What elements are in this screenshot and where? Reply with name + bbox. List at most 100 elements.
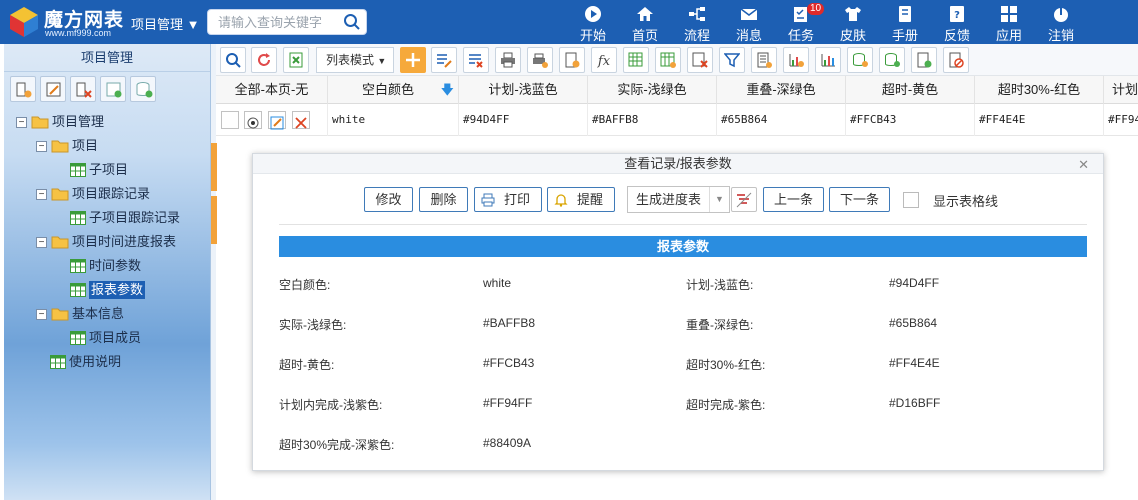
nav-apps[interactable]: 应用 [983, 0, 1035, 44]
close-icon [295, 117, 307, 129]
tree-add-button[interactable] [100, 76, 126, 102]
db-settings-button[interactable] [847, 47, 873, 73]
edit-icon [46, 82, 61, 97]
collapse-handle[interactable] [211, 143, 217, 191]
column-header-select[interactable]: 全部-本页-无 [216, 76, 328, 104]
chart-button[interactable] [815, 47, 841, 73]
tree-node-report-params[interactable]: 报表参数 [70, 280, 146, 300]
field-value-overlap: #65B864 [889, 316, 938, 330]
batch-edit-button[interactable] [431, 47, 457, 73]
delete-button[interactable]: 删除 [419, 187, 468, 212]
tree-node-help[interactable]: 使用说明 [50, 352, 121, 372]
filter-button[interactable] [719, 47, 745, 73]
prev-record-button[interactable]: 上一条 [763, 187, 824, 212]
tree-node-subproject[interactable]: 子项目 [70, 160, 128, 180]
nav-manual[interactable]: 手册 [879, 0, 931, 44]
db-add-button[interactable] [879, 47, 905, 73]
row-delete-button[interactable] [292, 111, 310, 129]
collapse-toggle-icon[interactable]: − [36, 236, 47, 248]
nav-logout[interactable]: 注销 [1035, 0, 1087, 44]
tree-node-project[interactable]: − 项目 [36, 136, 98, 156]
nav-label: 任务 [787, 28, 814, 43]
tree-node-subproject-tracking[interactable]: 子项目跟踪记录 [70, 208, 180, 228]
table-add-icon [660, 52, 676, 68]
tree-settings-button[interactable] [10, 76, 36, 102]
column-header-actual[interactable]: 实际-浅绿色 [588, 76, 717, 104]
chart-settings-button[interactable] [783, 47, 809, 73]
print-button[interactable] [495, 47, 521, 73]
nav-tasks[interactable]: 10 任务 [775, 0, 827, 44]
expand-handle[interactable] [211, 196, 217, 244]
nav-home[interactable]: 首页 [619, 0, 671, 44]
printer-icon [501, 52, 515, 68]
columns-button[interactable] [751, 47, 777, 73]
apps-icon [1001, 6, 1017, 22]
collapse-toggle-icon[interactable]: − [36, 188, 47, 200]
nav-label: 流程 [683, 28, 710, 43]
show-grid-checkbox[interactable] [903, 192, 919, 208]
report-type-select[interactable]: 生成进度表 ▼ [627, 186, 730, 213]
row-view-button[interactable] [244, 111, 262, 129]
tree-node-schedule-report[interactable]: − 项目时间进度报表 [36, 232, 176, 252]
search-button[interactable] [220, 47, 246, 73]
collapse-toggle-icon[interactable]: − [16, 116, 27, 128]
field-value-overtime30: #FF4E4E [889, 356, 940, 370]
formula-button[interactable]: fx [591, 47, 617, 73]
list-mode-dropdown[interactable]: 列表模式 ▼ [316, 47, 394, 73]
search-icon[interactable] [343, 13, 361, 31]
add-record-button[interactable] [400, 47, 426, 73]
sort-down-icon[interactable]: 🡇 [441, 76, 454, 104]
column-header-plan-inside[interactable]: 计划内 [1104, 76, 1138, 104]
row-checkbox[interactable] [221, 111, 239, 129]
tree-node-project-tracking[interactable]: − 项目跟踪记录 [36, 184, 150, 204]
print-setup-button[interactable] [527, 47, 553, 73]
project-menu[interactable]: 项目管理 ▼ [131, 14, 200, 33]
table-edit-button[interactable] [623, 47, 649, 73]
column-header-overtime[interactable]: 超时-黄色 [846, 76, 975, 104]
form-settings-button[interactable] [559, 47, 585, 73]
nav-start[interactable]: 开始 [567, 0, 619, 44]
add-form-icon [106, 82, 122, 98]
print-button[interactable]: 打印 [474, 187, 542, 212]
nav-skin[interactable]: 皮肤 [827, 0, 879, 44]
tree-db-button[interactable] [130, 76, 156, 102]
table-delete-button[interactable] [687, 47, 713, 73]
disable-button[interactable] [943, 47, 969, 73]
refresh-button[interactable] [251, 47, 277, 73]
refresh-icon [258, 53, 270, 66]
tree-node-label: 时间参数 [89, 258, 142, 273]
tree-delete-button[interactable] [70, 76, 96, 102]
row-edit-button[interactable] [268, 111, 286, 130]
export-excel-button[interactable] [283, 47, 309, 73]
chart-gen-button[interactable] [731, 187, 757, 212]
search-input[interactable] [208, 10, 336, 34]
tree-node-project-management[interactable]: − 项目管理 [16, 112, 104, 132]
column-header-overlap[interactable]: 重叠-深绿色 [717, 76, 846, 104]
batch-delete-icon [469, 54, 483, 68]
table-row[interactable]: white #94D4FF #BAFFB8 #65B864 #FFCB43 #F… [216, 104, 1138, 136]
list-toolbar: 列表模式 ▼ fx [216, 44, 1138, 76]
tree-node-label: 报表参数 [89, 281, 146, 299]
form-add-button[interactable] [911, 47, 937, 73]
edit-button[interactable]: 修改 [364, 187, 413, 212]
column-header-blank-color[interactable]: 空白颜色 🡇 [328, 76, 459, 104]
tree-node-time-params[interactable]: 时间参数 [70, 256, 141, 276]
close-icon[interactable]: ✕ [1078, 157, 1089, 173]
batch-delete-button[interactable] [463, 47, 489, 73]
remind-button[interactable]: 提醒 [547, 187, 615, 212]
column-header-plan[interactable]: 计划-浅蓝色 [459, 76, 588, 104]
nav-feedback[interactable]: ? 反馈 [931, 0, 983, 44]
column-header-overtime30[interactable]: 超时30%-红色 [975, 76, 1104, 104]
print-settings-icon [533, 53, 548, 68]
tree-node-members[interactable]: 项目成员 [70, 328, 141, 348]
collapse-toggle-icon[interactable]: − [36, 140, 47, 152]
tree-node-label: 使用说明 [69, 354, 122, 369]
nav-messages[interactable]: 消息 [723, 0, 775, 44]
next-record-button[interactable]: 下一条 [829, 187, 890, 212]
cell-blank-color: white [328, 104, 459, 136]
collapse-toggle-icon[interactable]: − [36, 308, 47, 320]
tree-edit-button[interactable] [40, 76, 66, 102]
table-add-button[interactable] [655, 47, 681, 73]
nav-flow[interactable]: 流程 [671, 0, 723, 44]
tree-node-basic-info[interactable]: − 基本信息 [36, 304, 124, 324]
